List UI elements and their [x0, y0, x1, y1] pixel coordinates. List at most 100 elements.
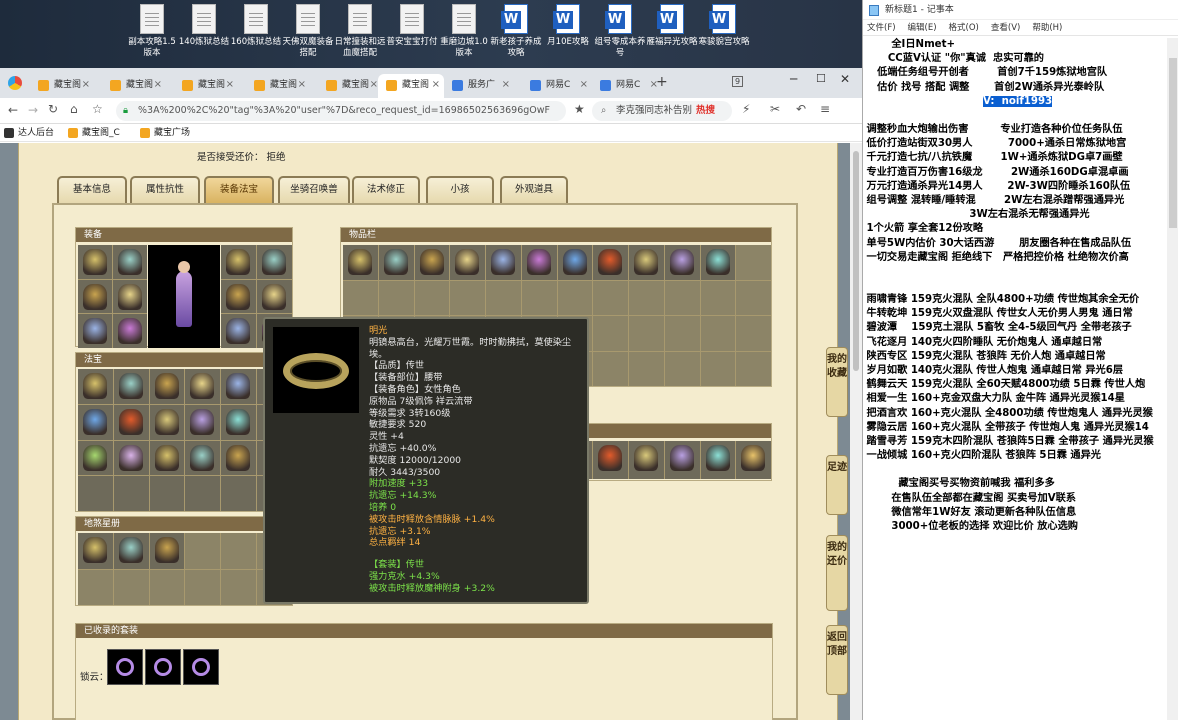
inventory-slot[interactable] — [149, 369, 185, 404]
desktop-icon[interactable]: 雁福异光攻略 — [644, 4, 700, 66]
inventory-slot[interactable] — [736, 280, 771, 315]
suit-item-icon[interactable] — [145, 649, 181, 685]
bookmark-item[interactable]: 达人后台 — [4, 124, 54, 142]
desktop-icon[interactable]: 新老孩子养成攻略 — [488, 4, 544, 66]
desktop-icon[interactable]: 重磨边城1.0版本 — [436, 4, 492, 66]
inventory-slot[interactable] — [414, 280, 450, 315]
inventory-slot[interactable] — [149, 440, 185, 476]
inventory-slot[interactable] — [414, 245, 450, 280]
side-button[interactable]: 我的还价 — [826, 535, 848, 611]
tab-close-icon[interactable]: × — [502, 74, 510, 96]
inventory-slot[interactable] — [149, 569, 185, 605]
inventory-slot[interactable] — [113, 314, 147, 348]
desktop-icon[interactable]: 日常撞装和远血魔搭配 — [332, 4, 388, 66]
tab-close-icon[interactable]: × — [82, 74, 90, 96]
desktop-icon[interactable]: 160炼狱总结 — [228, 4, 284, 66]
inventory-slot[interactable] — [629, 316, 664, 351]
inventory-slot[interactable] — [78, 404, 113, 440]
home-icon[interactable]: ⌂ — [70, 102, 78, 116]
undo-icon[interactable]: ↶ — [796, 102, 806, 116]
browser-tab[interactable]: 藏宝阁 × — [102, 74, 166, 98]
page-scrollbar-thumb[interactable] — [853, 151, 859, 371]
inventory-slot[interactable] — [664, 280, 700, 315]
desktop-icon[interactable]: 副本攻略1.5版本 — [124, 4, 180, 66]
inventory-slot[interactable] — [149, 404, 185, 440]
inventory-slot[interactable] — [593, 316, 628, 351]
inventory-slot[interactable] — [736, 245, 771, 280]
address-bar[interactable]: 🔒︎ %3A%200%2C%20"tag"%3A%20"user"%7D&rec… — [116, 101, 566, 121]
back-icon[interactable]: ← — [8, 103, 18, 117]
browser-tab[interactable]: 网易C × — [592, 74, 662, 98]
hot-search-badge[interactable]: 热搜 — [696, 101, 715, 121]
game-tab[interactable]: 外观道具 — [500, 176, 568, 203]
inventory-slot[interactable] — [113, 533, 149, 569]
inventory-slot[interactable] — [593, 280, 628, 315]
notepad-menu-item[interactable]: 编辑(E) — [908, 23, 937, 33]
inventory-slot[interactable] — [700, 280, 736, 315]
tab-close-icon[interactable]: × — [370, 74, 378, 96]
inventory-slot[interactable] — [113, 404, 149, 440]
inventory-slot[interactable] — [221, 279, 256, 314]
game-tab[interactable]: 小孩 — [426, 176, 494, 203]
inventory-slot[interactable] — [736, 441, 771, 479]
side-button[interactable]: 我的收藏 — [826, 347, 848, 417]
inventory-slot[interactable] — [700, 351, 736, 386]
inventory-slot[interactable] — [149, 533, 185, 569]
inventory-slot[interactable] — [629, 245, 664, 280]
desktop-icon[interactable]: 组号零成本养号 — [592, 4, 648, 66]
inventory-slot[interactable] — [78, 440, 113, 476]
inventory-slot[interactable] — [557, 245, 593, 280]
inventory-slot[interactable] — [629, 441, 664, 479]
maximize-button[interactable]: ☐ — [816, 72, 826, 85]
inventory-slot[interactable] — [185, 369, 221, 404]
inventory-slot[interactable] — [113, 279, 147, 314]
page-scrollbar[interactable] — [850, 143, 862, 720]
inventory-slot[interactable] — [521, 245, 557, 280]
inventory-slot[interactable] — [185, 533, 221, 569]
browser-tab[interactable]: 藏宝阁 × — [30, 74, 94, 98]
notepad-menu-item[interactable]: 查看(V) — [991, 23, 1020, 33]
bookmark-item[interactable]: 藏宝广场 — [140, 124, 190, 142]
inventory-slot[interactable] — [664, 351, 700, 386]
inventory-slot[interactable] — [149, 476, 185, 511]
inventory-slot[interactable] — [593, 351, 628, 386]
inventory-slot[interactable] — [185, 569, 221, 605]
inventory-slot[interactable] — [78, 533, 113, 569]
inventory-slot[interactable] — [221, 404, 257, 440]
inventory-slot[interactable] — [664, 441, 700, 479]
game-tab[interactable]: 法术修正 — [352, 176, 420, 203]
refresh-icon[interactable]: ↻ — [48, 102, 58, 116]
tab-close-icon[interactable]: × — [298, 74, 306, 96]
desktop-icon[interactable]: 寒骏貌宫攻略 — [696, 4, 752, 66]
extensions-icon[interactable]: ⚡︎ — [742, 102, 750, 116]
notepad-scrollbar[interactable] — [1167, 38, 1178, 720]
inventory-slot[interactable] — [113, 245, 147, 279]
menu-icon[interactable]: ≡ — [820, 102, 830, 116]
inventory-slot[interactable] — [700, 316, 736, 351]
tab-close-icon[interactable]: × — [580, 74, 588, 96]
game-tab[interactable]: 坐骑召唤兽 — [278, 176, 350, 203]
inventory-slot[interactable] — [343, 280, 378, 315]
game-tab[interactable]: 装备法宝 — [204, 176, 274, 203]
inventory-slot[interactable] — [450, 245, 485, 280]
inventory-slot[interactable] — [221, 314, 256, 348]
inventory-slot[interactable] — [736, 316, 771, 351]
desktop-icon[interactable]: 月10E攻略 — [540, 4, 596, 66]
inventory-slot[interactable] — [450, 280, 485, 315]
browser-tab[interactable]: 藏宝阁 × — [246, 74, 310, 98]
inventory-slot[interactable] — [221, 476, 257, 511]
inventory-slot[interactable] — [257, 245, 292, 279]
notepad-scrollbar-thumb[interactable] — [1169, 58, 1177, 228]
inventory-slot[interactable] — [113, 369, 149, 404]
game-tab[interactable]: 属性抗性 — [130, 176, 200, 203]
inventory-slot[interactable] — [700, 245, 736, 280]
inventory-slot[interactable] — [629, 280, 664, 315]
inventory-slot[interactable] — [664, 316, 700, 351]
tab-count-badge[interactable]: 9 — [732, 76, 744, 87]
notepad-menu-item[interactable]: 帮助(H) — [1032, 23, 1062, 33]
inventory-slot[interactable] — [257, 279, 292, 314]
inventory-slot[interactable] — [221, 569, 257, 605]
bookmark-star-icon[interactable]: ☆ — [92, 102, 103, 116]
desktop-icon[interactable]: 普安宝宝打付 — [384, 4, 440, 66]
inventory-slot[interactable] — [78, 569, 113, 605]
